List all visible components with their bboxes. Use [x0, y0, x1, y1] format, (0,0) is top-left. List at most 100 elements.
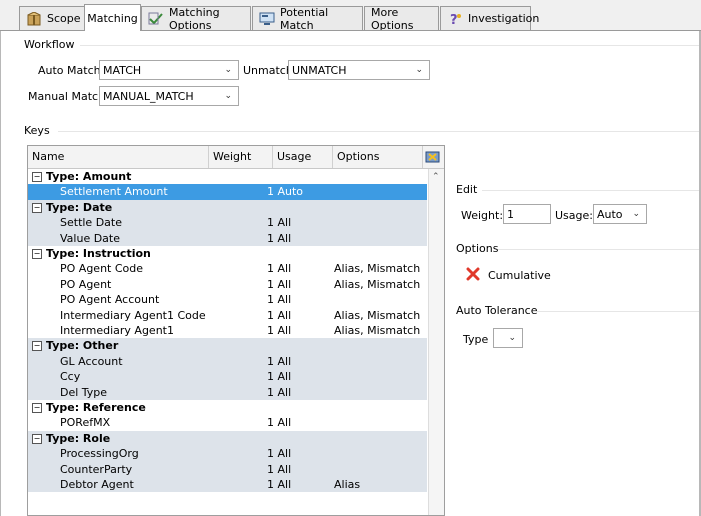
- tab-scope[interactable]: Scope: [19, 6, 85, 30]
- key-name: PO Agent Account: [60, 293, 160, 307]
- close-icon[interactable]: [466, 267, 480, 284]
- type-label: Type: [463, 333, 489, 346]
- table-row[interactable]: CounterParty 1 All: [28, 461, 427, 477]
- column-header-usage[interactable]: Usage: [273, 146, 333, 168]
- table-row[interactable]: Intermediary Agent1 Code 1 All Alias, Mism…: [28, 308, 427, 323]
- manual-match-label: Manual Match: [28, 90, 106, 103]
- table-row[interactable]: Value Date 1 All: [28, 230, 427, 246]
- chevron-down-icon: ⌄: [508, 333, 516, 343]
- collapse-icon[interactable]: −: [32, 202, 42, 213]
- collapse-icon[interactable]: −: [32, 249, 42, 259]
- chevron-down-icon: ⌄: [632, 209, 640, 219]
- table-group-row[interactable]: − Type: Role: [28, 430, 427, 447]
- group-name: Type: Amount: [46, 170, 132, 183]
- key-name: Settle Date: [60, 216, 122, 230]
- key-usage: 1 All: [267, 462, 292, 476]
- key-options: Alias, Mismatch: [334, 308, 421, 322]
- key-name: GL Account: [60, 354, 123, 368]
- auto-match-value: MATCH: [103, 63, 142, 77]
- key-usage: 1 All: [267, 262, 292, 276]
- collapse-icon[interactable]: −: [32, 403, 42, 413]
- tab-more-options[interactable]: More Options: [364, 5, 439, 32]
- svg-text:?: ?: [450, 13, 458, 26]
- tab-potential-match[interactable]: Potential Match: [252, 5, 363, 32]
- usage-select[interactable]: Auto ⌄: [593, 204, 647, 224]
- table-row[interactable]: PO Agent Account 1 All: [28, 292, 427, 307]
- manual-match-select[interactable]: MANUAL_MATCH ⌄: [99, 86, 239, 106]
- edit-divider: [482, 190, 700, 191]
- table-row[interactable]: PO Agent Code 1 All Alias, Mismatch: [28, 261, 427, 276]
- collapse-icon[interactable]: −: [32, 341, 42, 352]
- table-row[interactable]: Debtor Agent 1 All Alias: [28, 477, 427, 493]
- unmatch-label: Unmatch: [243, 64, 293, 77]
- keys-table: Name Weight Usage Options − Type: Amount S…: [27, 145, 445, 516]
- table-group-row[interactable]: − Type: Amount: [28, 169, 427, 184]
- weight-input[interactable]: 1: [503, 204, 551, 224]
- table-row[interactable]: Settlement Amount 1 Auto: [28, 184, 427, 200]
- table-group-row[interactable]: − Type: Date: [28, 199, 427, 216]
- key-usage: 1 All: [267, 354, 292, 368]
- group-name: Type: Other: [46, 339, 119, 353]
- table-group-row[interactable]: − Type: Instruction: [28, 246, 427, 261]
- chevron-down-icon: ⌄: [224, 65, 232, 75]
- checkmark-icon: [148, 12, 164, 26]
- column-header-weight[interactable]: Weight: [209, 146, 273, 168]
- key-options: Alias, Mismatch: [334, 262, 421, 276]
- key-usage: 1 All: [267, 478, 292, 491]
- table-row[interactable]: Ccy 1 All: [28, 369, 427, 385]
- tab-more-options-label: More Options: [371, 5, 414, 32]
- collapse-icon[interactable]: −: [32, 172, 42, 182]
- tab-investigation[interactable]: ? Investigation: [440, 6, 539, 30]
- group-name: Type: Reference: [46, 401, 146, 414]
- keys-divider: [58, 131, 700, 132]
- key-usage: 1 All: [267, 385, 292, 399]
- key-usage: 1 All: [267, 308, 292, 322]
- key-usage: 1 Auto: [267, 185, 304, 199]
- table-row[interactable]: Intermediary Agent1 1 All Alias, Mismatch: [28, 323, 427, 338]
- tab-potential-match-label: Potential Match: [280, 5, 329, 32]
- chevron-down-icon: ⌄: [415, 65, 423, 75]
- unmatch-select[interactable]: UNMATCH ⌄: [288, 60, 430, 80]
- table-row[interactable]: Del Type 1 All: [28, 384, 427, 400]
- screen-icon: [259, 12, 275, 26]
- key-usage: 1 All: [267, 447, 292, 461]
- usage-label: Usage:: [555, 209, 593, 222]
- key-name: Value Date: [60, 231, 120, 245]
- table-group-row[interactable]: − Type: Other: [28, 338, 427, 354]
- key-name: Ccy: [60, 370, 81, 384]
- chevron-down-icon: ⌄: [224, 91, 232, 101]
- workflow-title: Workflow: [24, 38, 75, 51]
- key-name: ProcessingOrg: [60, 447, 139, 461]
- column-header-name[interactable]: Name: [28, 146, 209, 168]
- tab-matching-options-label: Matching Options: [169, 5, 220, 32]
- key-usage: 1 All: [267, 231, 292, 245]
- column-header-options[interactable]: Options: [333, 146, 423, 168]
- table-row[interactable]: ProcessingOrg 1 All: [28, 446, 427, 462]
- table-row[interactable]: PO Agent 1 All Alias, Mismatch: [28, 277, 427, 292]
- usage-value: Auto: [597, 207, 623, 221]
- tab-matching-options[interactable]: Matching Options: [141, 5, 251, 32]
- column-config-icon[interactable]: [423, 146, 444, 168]
- table-row[interactable]: GL Account 1 All: [28, 353, 427, 370]
- unmatch-value: UNMATCH: [292, 63, 347, 77]
- auto-match-select[interactable]: MATCH ⌄: [99, 60, 239, 80]
- keys-table-scrollbar[interactable]: ⌃: [428, 169, 444, 515]
- table-row[interactable]: PORefMX 1 All: [28, 415, 427, 430]
- chevron-up-icon[interactable]: ⌃: [432, 172, 440, 182]
- table-row[interactable]: Settle Date 1 All: [28, 215, 427, 231]
- weight-label: Weight:: [461, 209, 504, 222]
- tolerance-type-select[interactable]: ⌄: [493, 328, 523, 348]
- keys-table-header: Name Weight Usage Options: [28, 146, 444, 169]
- tab-matching[interactable]: Matching: [84, 4, 141, 31]
- key-usage: 1 All: [267, 293, 292, 307]
- key-name: Debtor Agent: [60, 478, 134, 491]
- table-group-row[interactable]: − Type: Reference: [28, 400, 427, 415]
- package-icon: [26, 10, 42, 26]
- cumulative-toggle[interactable]: Cumulative: [488, 269, 551, 282]
- collapse-icon[interactable]: −: [32, 433, 42, 444]
- key-usage: 1 All: [267, 216, 292, 230]
- key-name: Del Type: [60, 385, 108, 399]
- key-name: Intermediary Agent1: [60, 324, 174, 337]
- key-usage: 1 All: [267, 416, 292, 430]
- key-name: PORefMX: [60, 416, 111, 430]
